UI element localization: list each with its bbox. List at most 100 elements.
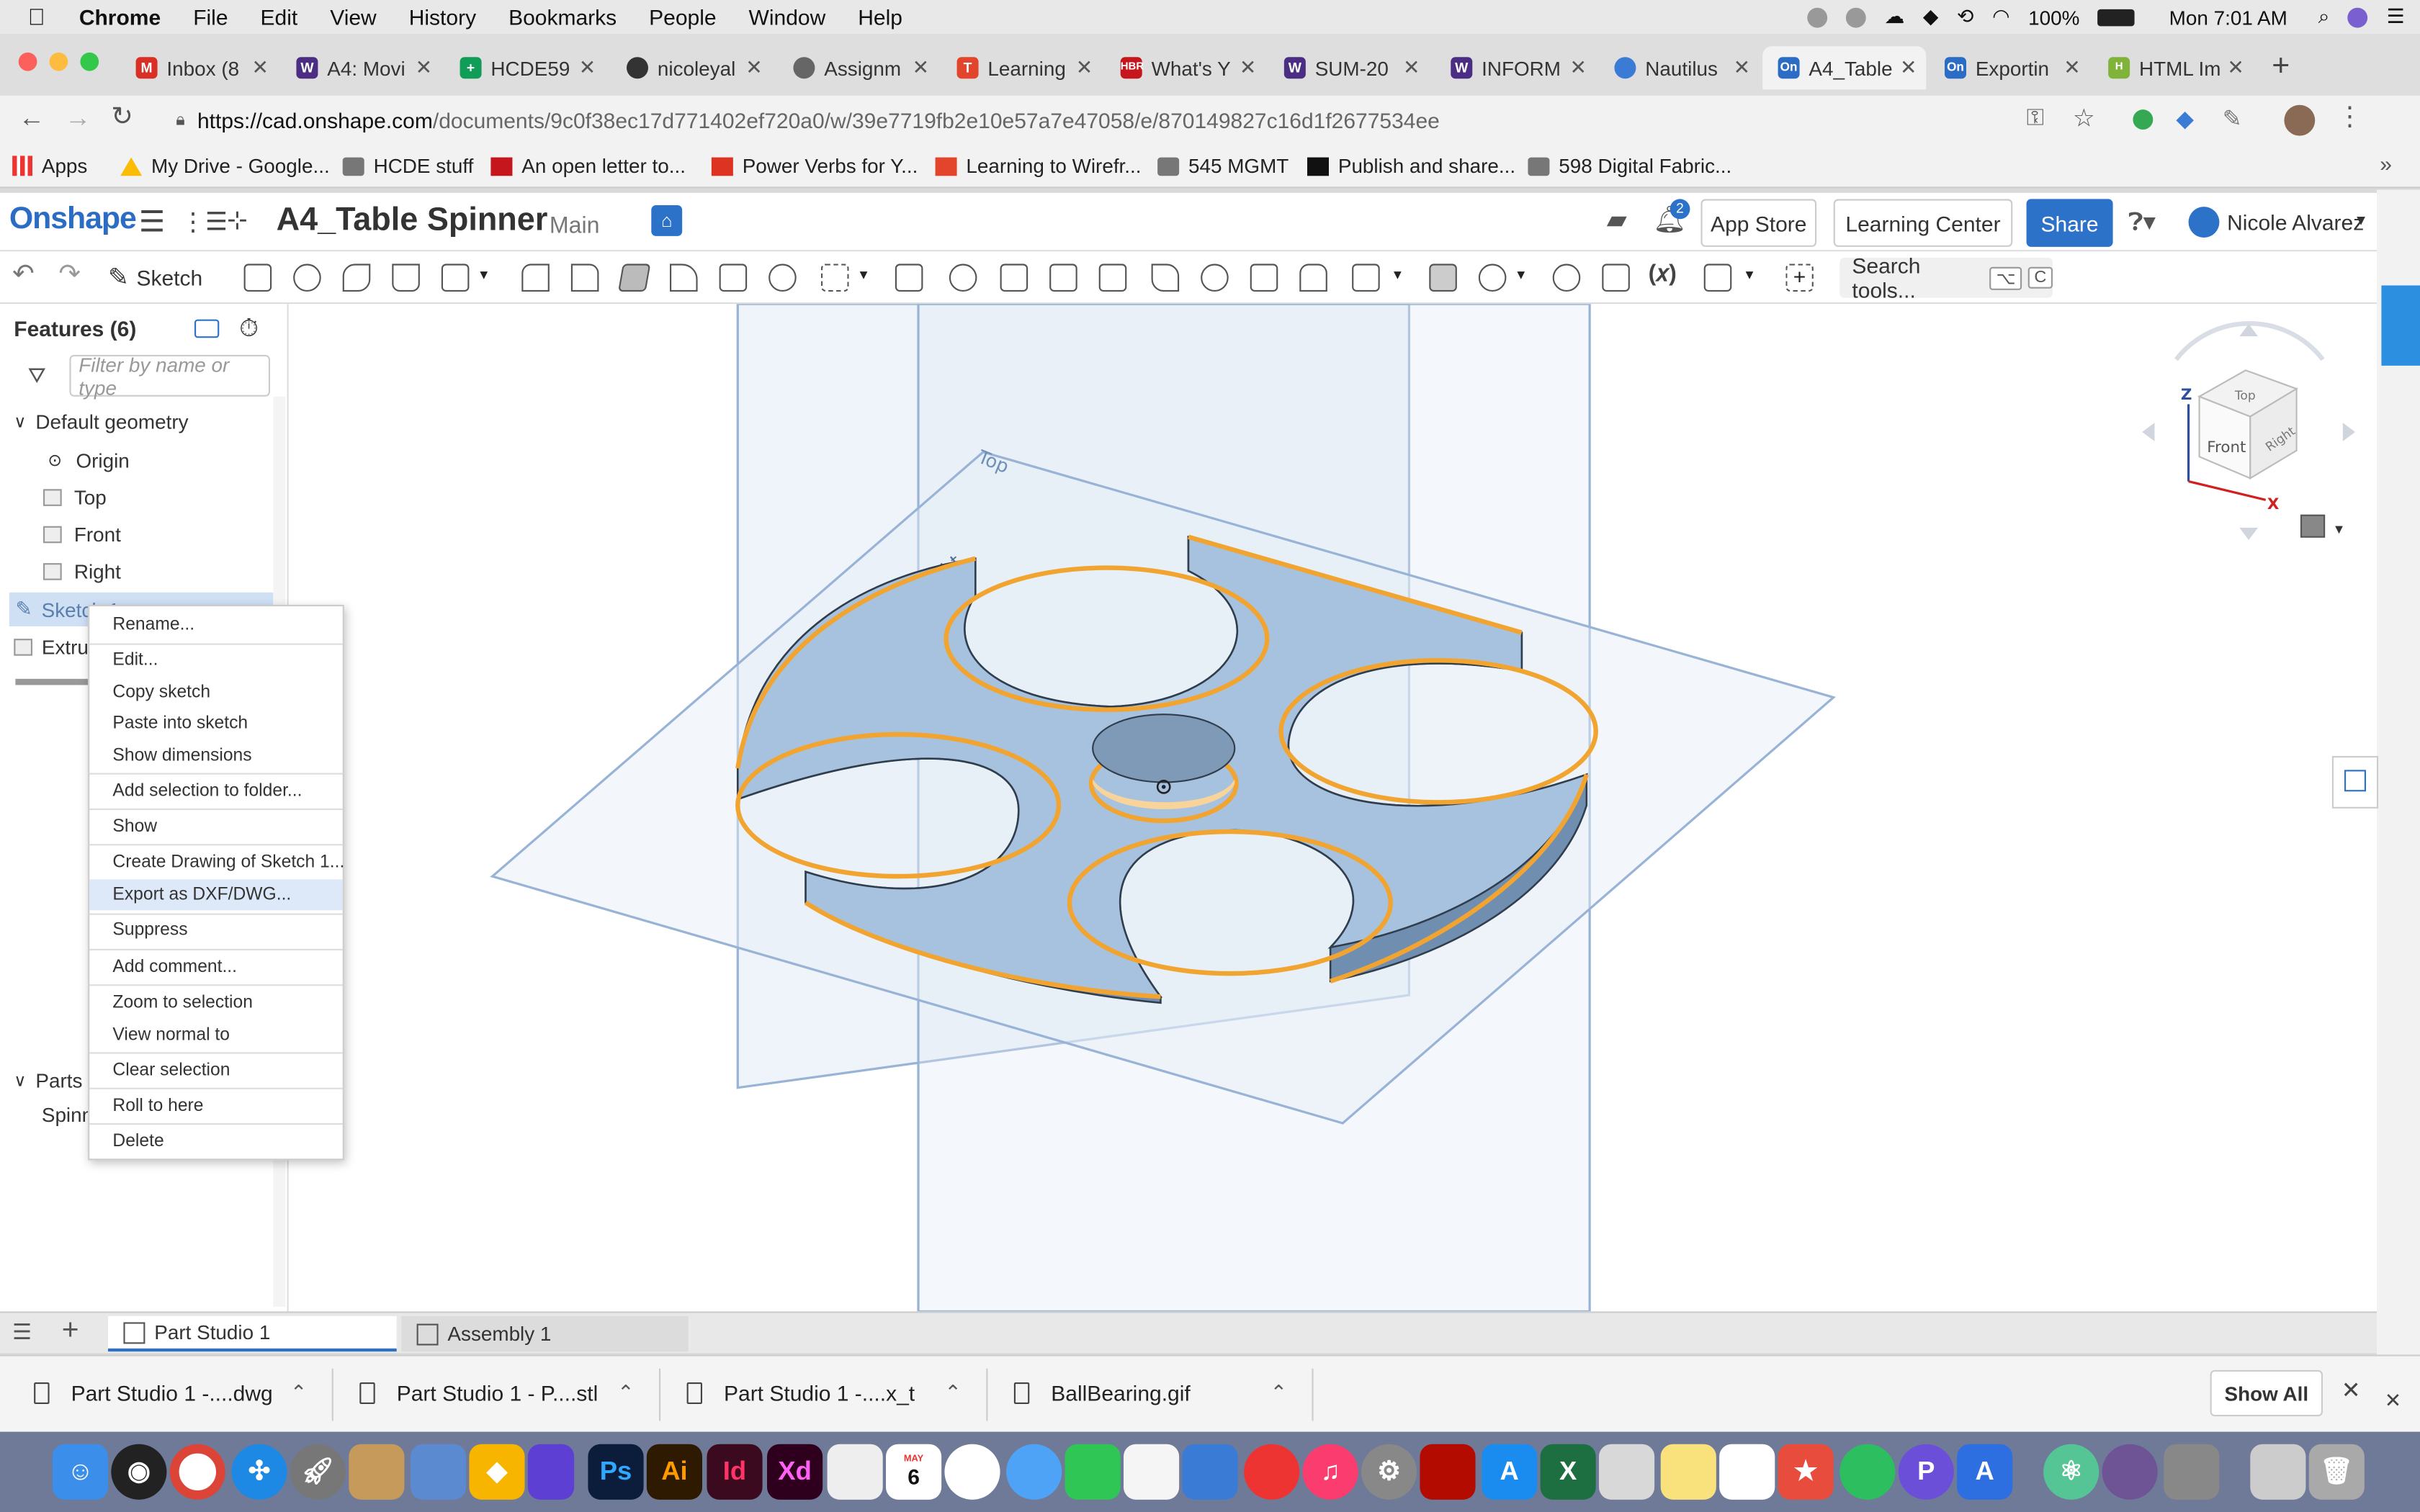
- indesign-icon[interactable]: Id: [707, 1444, 763, 1500]
- side-panel-tab[interactable]: [2381, 285, 2420, 366]
- undo-icon[interactable]: ↶: [12, 259, 35, 290]
- chevron-down-icon[interactable]: ▾: [1394, 267, 1402, 284]
- battery-icon[interactable]: [2098, 8, 2136, 26]
- rollback-timer-icon[interactable]: ⏱: [239, 316, 259, 344]
- bookmark-item[interactable]: Learning to Wirefr...: [935, 154, 1142, 177]
- center-hole[interactable]: [1092, 714, 1236, 783]
- browser-tab[interactable]: nicoleyal ✕: [611, 46, 772, 89]
- user-avatar-icon[interactable]: [2188, 207, 2220, 238]
- browser-tab[interactable]: W SUM-20 ✕: [1268, 46, 1429, 89]
- onshape-logo[interactable]: Onshape: [9, 202, 137, 238]
- bookmark-item[interactable]: Power Verbs for Y...: [711, 154, 918, 177]
- add-folder-icon[interactable]: [194, 319, 220, 338]
- bookmark-item[interactable]: My Drive - Google...: [120, 154, 330, 177]
- chevron-down-icon[interactable]: ▾: [1746, 267, 1754, 284]
- chrome-icon[interactable]: [169, 1444, 225, 1500]
- menu-roll-to-here[interactable]: Roll to here: [89, 1091, 342, 1122]
- menu-clear-selection[interactable]: Clear selection: [89, 1056, 342, 1086]
- menu-add-comment[interactable]: Add comment...: [89, 952, 342, 983]
- no-entry-app-icon[interactable]: [1244, 1444, 1300, 1500]
- plane-icon[interactable]: [1429, 264, 1457, 292]
- chevron-up-icon[interactable]: ⌃: [617, 1381, 634, 1405]
- window-close-button[interactable]: [18, 52, 37, 71]
- chevron-down-icon[interactable]: ▾: [480, 267, 488, 284]
- chamfer-icon[interactable]: [570, 264, 599, 292]
- pattern-icon[interactable]: [821, 264, 849, 292]
- close-icon[interactable]: ✕: [251, 55, 268, 80]
- close-icon[interactable]: ✕: [1076, 55, 1093, 80]
- thicken-icon[interactable]: [441, 264, 470, 292]
- evernote-icon[interactable]: [1839, 1444, 1896, 1500]
- close-icon[interactable]: ✕: [579, 55, 596, 80]
- window-zoom-button[interactable]: [80, 52, 99, 71]
- parts-folder[interactable]: ∨ Parts: [14, 1069, 82, 1092]
- redo-icon[interactable]: ↷: [58, 259, 81, 290]
- xd-icon[interactable]: Xd: [767, 1444, 823, 1500]
- menu-people[interactable]: People: [649, 4, 716, 29]
- hole-icon[interactable]: [768, 264, 797, 292]
- creative-cloud-icon[interactable]: ☁: [1884, 4, 1904, 29]
- help-icon[interactable]: ❓︎▾: [2128, 207, 2156, 238]
- browser-tab[interactable]: Nautilus ✕: [1599, 46, 1760, 89]
- menu-app-name[interactable]: Chrome: [79, 4, 161, 29]
- comments-icon[interactable]: ▰: [1607, 205, 1627, 236]
- bookmark-item[interactable]: An open letter to...: [490, 154, 686, 177]
- app-store-icon[interactable]: A: [1482, 1444, 1538, 1500]
- back-icon[interactable]: ←: [19, 104, 45, 135]
- download-item[interactable]: Part Studio 1 -....dwg ⌃: [34, 1381, 307, 1405]
- sketch-app-icon[interactable]: ◆: [469, 1444, 525, 1500]
- music-icon[interactable]: ♫: [1302, 1444, 1358, 1500]
- tab-part-studio-1[interactable]: Part Studio 1: [108, 1315, 397, 1352]
- time-machine-icon[interactable]: ⟲: [1957, 4, 1973, 29]
- github-desktop-icon[interactable]: [2102, 1444, 2158, 1500]
- chevron-down-icon[interactable]: ▾: [860, 267, 868, 284]
- menu-delete[interactable]: Delete: [89, 1126, 342, 1157]
- launchpad-icon[interactable]: 🚀︎: [290, 1444, 346, 1500]
- variable-icon[interactable]: (𝑥): [1649, 261, 1677, 287]
- notification-center-icon[interactable]: ☰: [2387, 4, 2405, 29]
- browser-tab[interactable]: W INFORM ✕: [1435, 46, 1596, 89]
- url-field[interactable]: 🔒︎ https://cad.onshape.com/documents/9c0…: [161, 100, 2120, 140]
- menu-view[interactable]: View: [330, 4, 376, 29]
- new-tab-icon[interactable]: +: [2272, 50, 2290, 85]
- workspace-name[interactable]: Main: [550, 213, 600, 239]
- chevron-up-icon[interactable]: ⌃: [944, 1381, 961, 1405]
- revolve-icon[interactable]: [293, 264, 321, 292]
- chevron-down-icon[interactable]: ∨: [14, 412, 26, 432]
- app-store-button[interactable]: App Store: [1700, 199, 1817, 247]
- figma-icon[interactable]: [527, 1444, 575, 1500]
- chevron-up-icon[interactable]: ⌃: [290, 1381, 307, 1405]
- status-icon[interactable]: [1845, 6, 1866, 27]
- delete-face-icon[interactable]: [1201, 264, 1229, 292]
- education-icon[interactable]: ⌂: [651, 205, 683, 236]
- feature-front-plane[interactable]: Front: [43, 523, 121, 546]
- download-item[interactable]: BallBearing.gif ⌃: [1013, 1381, 1287, 1405]
- textedit-icon[interactable]: [1124, 1444, 1180, 1500]
- section-icon[interactable]: [1602, 264, 1630, 292]
- spotlight-icon[interactable]: ⌕: [2318, 4, 2330, 29]
- move-face-icon[interactable]: [1250, 264, 1278, 292]
- menu-rename[interactable]: Rename...: [89, 609, 342, 640]
- close-icon[interactable]: ✕: [1569, 55, 1586, 80]
- browser-tab[interactable]: W A4: Movi ✕: [281, 46, 442, 89]
- dropbox-icon[interactable]: ◆: [1923, 4, 1938, 29]
- versions-tree-icon[interactable]: ⋮☰: [181, 207, 228, 238]
- contacts-icon[interactable]: [349, 1444, 405, 1500]
- browser-tab[interactable]: H HTML Im ✕: [2093, 46, 2254, 89]
- status-icon[interactable]: [1807, 6, 1828, 27]
- bookmark-folder[interactable]: 598 Digital Fabric...: [1528, 154, 1731, 177]
- menu-view-normal-to[interactable]: View normal to: [89, 1020, 342, 1050]
- close-icon[interactable]: ✕: [745, 55, 762, 80]
- menu-zoom-to-selection[interactable]: Zoom to selection: [89, 987, 342, 1018]
- downloads-stack-icon[interactable]: [2250, 1444, 2306, 1500]
- bookmark-star-icon[interactable]: ☆: [2073, 104, 2095, 135]
- show-all-downloads-button[interactable]: Show All: [2210, 1369, 2323, 1417]
- close-icon[interactable]: ✕: [2341, 1376, 2361, 1404]
- draft-icon[interactable]: [618, 264, 651, 292]
- document-title[interactable]: A4_Table Spinner: [277, 202, 548, 239]
- custom-feature-icon[interactable]: [1703, 264, 1732, 292]
- chevron-down-icon[interactable]: ∨: [14, 1071, 26, 1091]
- apple-icon[interactable]: : [28, 4, 45, 30]
- browser-tab[interactable]: HBR What's Y ✕: [1105, 46, 1265, 89]
- acrobat-icon[interactable]: [1420, 1444, 1476, 1500]
